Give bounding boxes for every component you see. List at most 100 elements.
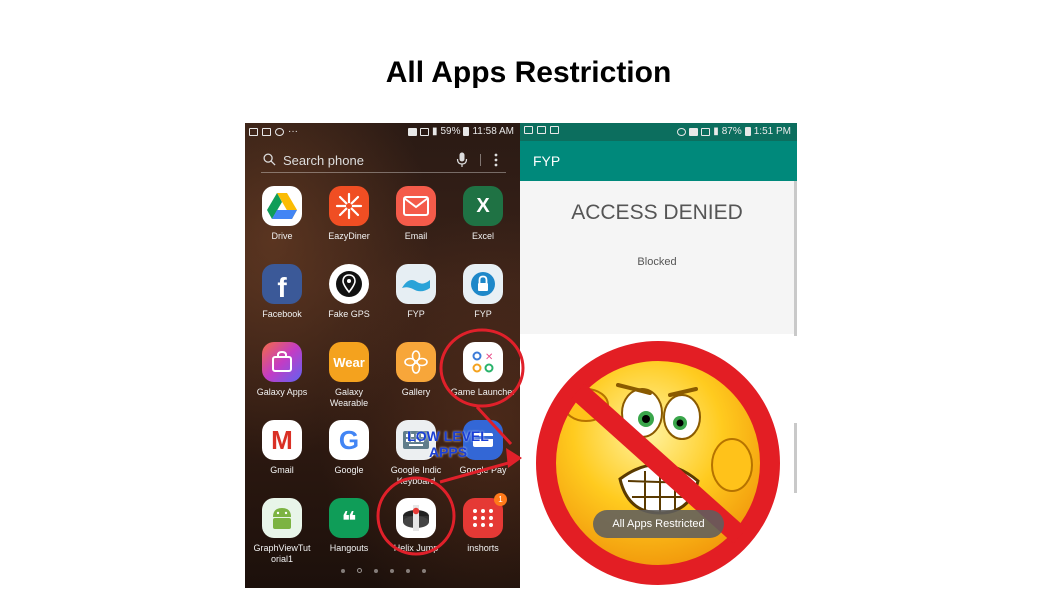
left-phone-screenshot: ··· ▮ 59% 11:58 AM Search phone Drive Ea… [245,123,520,588]
fyp-lock-icon [463,264,503,304]
gmail-icon: M [262,420,302,460]
app-label: FYP [407,309,425,319]
app-facebook[interactable]: f Facebook [249,264,315,320]
app-label: Game Launcher [450,387,516,397]
screen-icon [550,126,559,134]
microphone-icon[interactable] [456,152,468,168]
app-notification-icon [407,127,417,136]
app-label: Excel [471,231,494,241]
page-dot[interactable] [422,568,426,573]
battery-percent: 87% [721,126,742,137]
app-label: Google [334,465,364,475]
page-dot[interactable] [406,568,410,573]
email-icon [396,186,436,226]
app-label: Drive [271,231,293,241]
android-icon [262,498,302,538]
whatsapp-icon [275,127,284,136]
no-sim-icon [701,127,711,136]
signal-icon: ▮ [713,126,719,137]
image-notification-icon [262,127,271,136]
slide-title: All Apps Restriction [385,56,672,89]
page-dot[interactable] [341,568,345,573]
wifi-icon [677,127,687,136]
game-launcher-icon: ✕ [463,342,503,382]
app-label: Google Indic Keyboard [390,465,442,486]
app-fake-gps[interactable]: Fake GPS [316,264,382,320]
page-dot-current[interactable] [357,568,362,573]
more-options-icon[interactable] [494,153,498,167]
app-label: Gmail [270,465,294,475]
data-icon [249,127,258,136]
app-fyp-lock[interactable]: FYP [450,264,516,320]
status-time: 11:58 AM [472,126,514,137]
galaxy-apps-icon [262,342,302,382]
status-bar: ▮ 87% 1:51 PM [520,123,797,141]
app-label: FYP [474,309,492,319]
app-label: Helix Jump [393,543,439,553]
no-sim-icon [419,127,429,136]
facebook-icon: f [262,264,302,304]
app-graphviewtutorial1[interactable]: GraphViewTut orial1 [249,498,315,565]
app-excel[interactable]: X Excel [450,186,516,242]
excel-icon: X [463,186,503,226]
app-label: Gallery [401,387,431,397]
battery-icon [744,127,751,136]
app-label: Hangouts [329,543,369,553]
page-indicator[interactable] [341,568,426,573]
app-label: inshorts [467,543,499,553]
helix-jump-icon [396,498,436,538]
app-eazydiner[interactable]: EazyDiner [316,186,382,242]
battery-percent: 59% [440,126,461,137]
app-bar-title: FYP [533,153,561,169]
more-notifications: ··· [288,126,298,137]
access-denied-heading: ACCESS DENIED [571,201,743,224]
status-bar: ··· ▮ 59% 11:58 AM [245,123,520,141]
fyp-wave-icon [396,264,436,304]
toast-message: All Apps Restricted [593,510,724,538]
app-gallery[interactable]: Gallery [383,342,449,398]
page-dot[interactable] [374,568,378,573]
low-level-apps-annotation: LOW LEVEL APPS [407,428,489,460]
search-divider [480,154,481,166]
app-gmail[interactable]: M Gmail [249,420,315,476]
search-phone-bar[interactable]: Search phone [261,151,506,173]
search-input[interactable]: Search phone [283,153,364,168]
app-google[interactable]: G Google [316,420,382,476]
app-fyp-wave[interactable]: FYP [383,264,449,320]
svg-text:✕: ✕ [485,352,493,363]
signal-icon: ▮ [431,126,438,137]
app-helix-jump[interactable]: Helix Jump [383,498,449,554]
galaxy-wearable-icon: Wear [329,342,369,382]
data-icon [524,126,533,134]
app-label: Galaxy Apps [256,387,308,397]
app-label: Facebook [262,309,302,319]
search-icon [263,153,276,166]
right-phone-screenshot: ▮ 87% 1:51 PM FYP ACCESS DENIED Blocked [520,123,797,588]
page-dot[interactable] [390,568,394,573]
app-email[interactable]: Email [383,186,449,242]
eazydiner-icon [329,186,369,226]
blocked-status-text: Blocked [637,256,677,268]
scrollbar[interactable] [794,181,797,336]
google-icon: G [329,420,369,460]
app-game-launcher[interactable]: ✕ Game Launcher [450,342,516,398]
app-notification-icon [689,127,699,136]
app-label: Email [404,231,428,241]
notification-badge: 1 [494,493,507,506]
image-notification-icon [537,126,546,134]
app-drive[interactable]: Drive [249,186,315,242]
app-label: Galaxy Wearable [329,387,369,408]
app-hangouts[interactable]: ❝ Hangouts [316,498,382,554]
fake-gps-icon [329,264,369,304]
app-galaxy-wearable[interactable]: Wear Galaxy Wearable [316,342,382,409]
gallery-icon [396,342,436,382]
app-bar: FYP [520,141,797,181]
google-drive-icon [262,186,302,226]
app-label: EazyDiner [328,231,370,241]
app-label: Fake GPS [328,309,370,319]
prohibited-emoji-illustration [536,341,780,585]
status-time: 1:51 PM [753,126,791,137]
app-inshorts[interactable]: 1 inshorts [450,493,516,554]
app-galaxy-apps[interactable]: Galaxy Apps [249,342,315,398]
battery-icon [463,127,470,136]
